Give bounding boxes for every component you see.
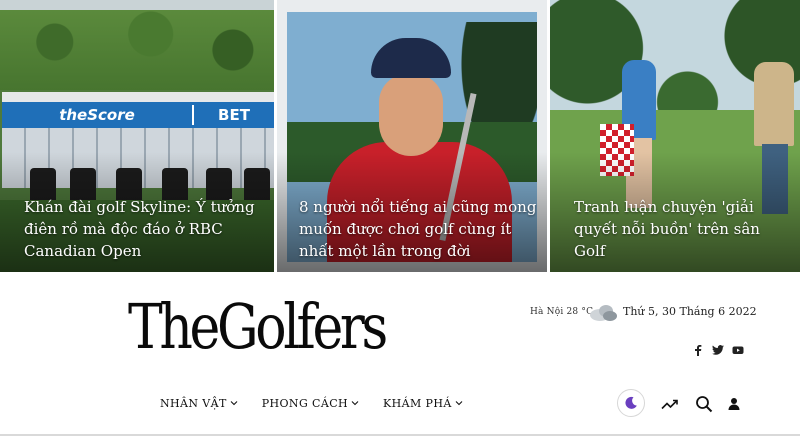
weather-location: Hà Nội 28 °C bbox=[530, 307, 594, 317]
chevron-down-icon bbox=[351, 401, 359, 406]
site-logo[interactable]: TheGolfers bbox=[128, 292, 388, 362]
user-icon bbox=[728, 398, 740, 410]
search-button[interactable] bbox=[694, 394, 714, 414]
banner-right-text: BET bbox=[218, 106, 250, 124]
youtube-icon[interactable] bbox=[730, 342, 746, 358]
current-date: Thứ 5, 30 Tháng 6 2022 bbox=[623, 305, 757, 318]
card-image-golfer bbox=[754, 62, 794, 146]
chevron-down-icon bbox=[230, 401, 238, 406]
main-nav: NHÂN VẬT PHONG CÁCH KHÁM PHÁ bbox=[160, 394, 487, 412]
nav-item-nhan-vat[interactable]: NHÂN VẬT bbox=[160, 397, 238, 410]
twitter-icon[interactable] bbox=[710, 342, 726, 358]
social-links bbox=[686, 342, 746, 358]
featured-title[interactable]: 8 người nổi tiếng ai cũng mong muốn được… bbox=[299, 196, 537, 262]
facebook-icon[interactable] bbox=[690, 342, 706, 358]
dark-mode-toggle[interactable] bbox=[617, 389, 645, 417]
featured-title[interactable]: Tranh luận chuyện 'giải quyết nỗi buồn' … bbox=[574, 196, 790, 262]
nav-item-label: KHÁM PHÁ bbox=[383, 396, 452, 410]
chevron-down-icon bbox=[455, 401, 463, 406]
banner-left-text: theScore bbox=[59, 106, 135, 124]
thescore-bet-banner: theScore BET bbox=[2, 102, 274, 128]
card-image-face bbox=[379, 74, 443, 156]
featured-card-2[interactable]: 8 người nổi tiếng ai cũng mong muốn được… bbox=[277, 0, 547, 272]
card-image-trees bbox=[0, 10, 274, 90]
search-icon bbox=[696, 396, 713, 413]
nav-item-label: NHÂN VẬT bbox=[160, 396, 227, 410]
header-divider bbox=[0, 434, 800, 436]
card-image-cap bbox=[371, 38, 451, 78]
trending-button[interactable] bbox=[660, 394, 680, 414]
nav-item-label: PHONG CÁCH bbox=[261, 396, 349, 410]
featured-card-3[interactable]: Tranh luận chuyện 'giải quyết nỗi buồn' … bbox=[550, 0, 800, 272]
cloudy-icon bbox=[590, 305, 617, 321]
trending-icon bbox=[661, 399, 678, 410]
moon-icon bbox=[625, 396, 637, 409]
nav-item-phong-cach[interactable]: PHONG CÁCH bbox=[262, 397, 359, 410]
featured-card-1[interactable]: theScore BET Khán đài golf Skyline: Ý tư… bbox=[0, 0, 274, 272]
featured-strip: theScore BET Khán đài golf Skyline: Ý tư… bbox=[0, 0, 800, 272]
nav-item-kham-pha[interactable]: KHÁM PHÁ bbox=[383, 397, 463, 410]
user-button[interactable] bbox=[724, 394, 744, 414]
featured-title[interactable]: Khán đài golf Skyline: Ý tưởng điên rồ m… bbox=[24, 196, 264, 262]
